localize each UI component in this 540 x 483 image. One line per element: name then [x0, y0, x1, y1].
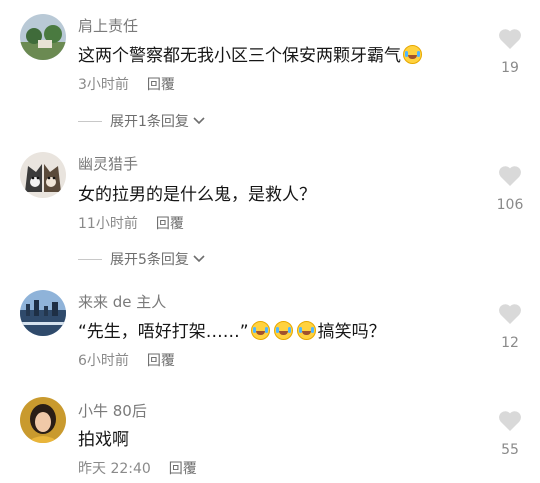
timestamp: 昨天 22:40 [78, 461, 151, 477]
timestamp: 3小时前 [78, 77, 129, 93]
comment-meta: 6小时前 回覆 [78, 350, 175, 370]
chevron-down-icon [193, 255, 205, 263]
chevron-down-icon [193, 117, 205, 125]
username[interactable]: 肩上责任 [78, 15, 138, 36]
username[interactable]: 小牛 80后 [78, 400, 147, 421]
like-button[interactable]: 55 [494, 410, 526, 458]
like-count: 55 [501, 442, 519, 458]
heart-icon [499, 411, 521, 431]
like-button[interactable]: 12 [494, 303, 526, 351]
like-count: 19 [501, 60, 519, 76]
like-button[interactable]: 19 [494, 28, 526, 76]
comment-meta: 昨天 22:40 回覆 [78, 458, 197, 478]
comment-text: 拍戏啊 [78, 430, 129, 450]
avatar[interactable] [20, 290, 66, 336]
laughing-tears-icon [273, 321, 293, 340]
divider-line [78, 120, 102, 122]
divider-line [78, 258, 102, 260]
laughing-tears-icon [250, 321, 270, 340]
comment-text: 女的拉男的是什么鬼，是救人？ [78, 185, 316, 205]
like-button[interactable]: 106 [494, 165, 526, 213]
avatar[interactable] [20, 397, 66, 443]
reply-button[interactable]: 回覆 [169, 461, 197, 477]
comment-meta: 3小时前 回覆 [78, 74, 175, 94]
comment-text: 这两个警察都无我小区三个保安两颗牙霸气 [78, 41, 424, 66]
comment-text: “先生，唔好打架……” 搞笑吗？ [78, 321, 386, 342]
reply-button[interactable]: 回覆 [156, 216, 184, 232]
avatar[interactable] [20, 14, 66, 60]
expand-replies-button[interactable]: 展开5条回复 [78, 249, 205, 269]
comment-meta: 11小时前 回覆 [78, 213, 184, 233]
timestamp: 11小时前 [78, 216, 138, 232]
heart-icon [499, 304, 521, 324]
laughing-tears-icon [296, 321, 316, 340]
heart-icon [499, 29, 521, 49]
username[interactable]: 幽灵猎手 [78, 153, 138, 174]
reply-button[interactable]: 回覆 [147, 353, 175, 369]
timestamp: 6小时前 [78, 353, 129, 369]
like-count: 106 [496, 197, 524, 213]
username[interactable]: 来来 de 主人 [78, 291, 166, 312]
laughing-tears-icon [403, 45, 422, 64]
avatar[interactable] [20, 152, 66, 198]
expand-replies-button[interactable]: 展开1条回复 [78, 111, 205, 131]
like-count: 12 [501, 335, 519, 351]
reply-button[interactable]: 回覆 [147, 77, 175, 93]
heart-icon [499, 166, 521, 186]
